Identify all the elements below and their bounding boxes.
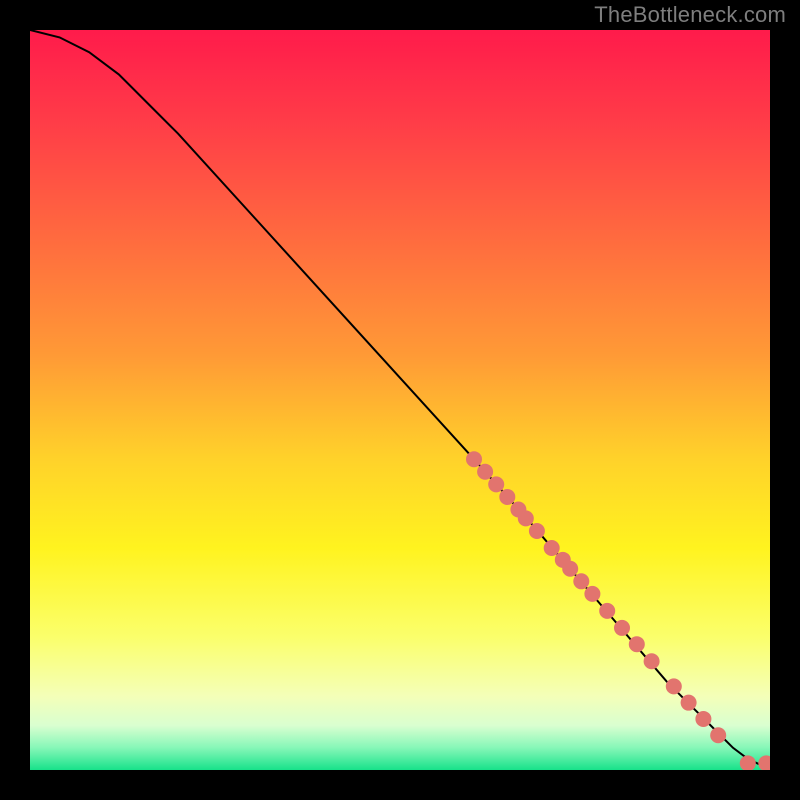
data-point (562, 561, 578, 577)
data-point (518, 510, 534, 526)
data-point (466, 451, 482, 467)
data-point (644, 653, 660, 669)
chart-frame: TheBottleneck.com (0, 0, 800, 800)
data-point (499, 489, 515, 505)
data-point (629, 636, 645, 652)
data-point (488, 476, 504, 492)
data-point (681, 695, 697, 711)
data-point (573, 573, 589, 589)
chart-plot-area (30, 30, 770, 770)
data-point (477, 464, 493, 480)
data-point (529, 523, 545, 539)
attribution-label: TheBottleneck.com (594, 2, 786, 28)
data-point (666, 678, 682, 694)
data-point (584, 586, 600, 602)
data-point (544, 540, 560, 556)
chart-svg (30, 30, 770, 770)
data-point (614, 620, 630, 636)
data-point (695, 711, 711, 727)
data-point (710, 727, 726, 743)
data-point (599, 603, 615, 619)
